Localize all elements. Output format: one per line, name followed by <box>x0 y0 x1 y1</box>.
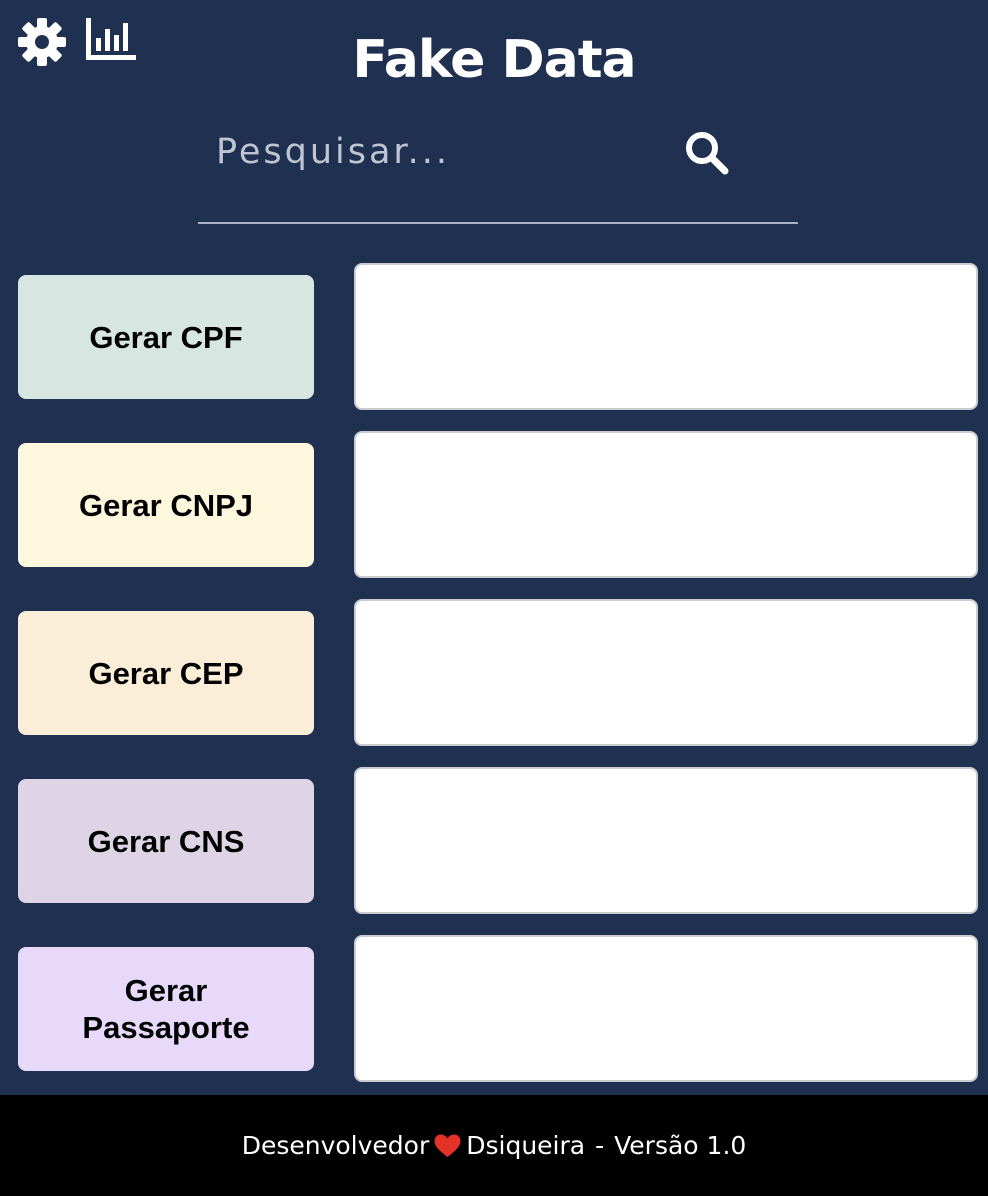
generator-row-cpf: Gerar CPF <box>0 263 988 431</box>
generator-list: Gerar CPF Gerar CNPJ Gerar CEP Gerar CNS… <box>0 263 988 1103</box>
footer-separator: - <box>595 1131 605 1160</box>
search-bar <box>198 110 798 224</box>
cep-result-field[interactable] <box>354 599 978 746</box>
footer-developer-label: Desenvolvedor <box>241 1131 430 1160</box>
heart-icon <box>434 1134 461 1157</box>
generate-cnpj-button[interactable]: Gerar CNPJ <box>18 443 314 567</box>
generator-row-passaporte: Gerar Passaporte <box>0 935 988 1103</box>
cpf-result-field[interactable] <box>354 263 978 410</box>
footer-version: Versão 1.0 <box>614 1131 747 1160</box>
generate-passaporte-button[interactable]: Gerar Passaporte <box>18 947 314 1071</box>
generator-row-cnpj: Gerar CNPJ <box>0 431 988 599</box>
footer-author: Dsiqueira <box>466 1131 586 1160</box>
search-icon[interactable] <box>684 130 730 176</box>
generator-row-cns: Gerar CNS <box>0 767 988 935</box>
generator-row-cep: Gerar CEP <box>0 599 988 767</box>
generate-cep-button[interactable]: Gerar CEP <box>18 611 314 735</box>
search-input[interactable] <box>216 124 666 180</box>
generate-cns-button[interactable]: Gerar CNS <box>18 779 314 903</box>
passaporte-result-field[interactable] <box>354 935 978 1082</box>
cnpj-result-field[interactable] <box>354 431 978 578</box>
page-title: Fake Data <box>352 30 636 90</box>
generate-cpf-button[interactable]: Gerar CPF <box>18 275 314 399</box>
cns-result-field[interactable] <box>354 767 978 914</box>
footer: Desenvolvedor Dsiqueira - Versão 1.0 <box>0 1095 988 1196</box>
